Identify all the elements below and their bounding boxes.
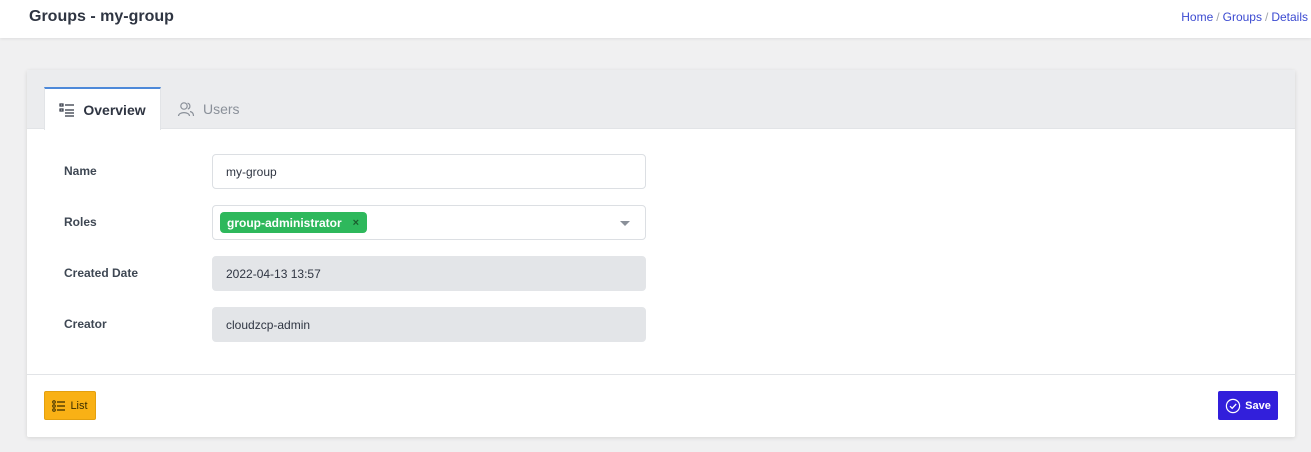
tab-users-label: Users xyxy=(203,100,240,117)
role-tag-label: group-administrator xyxy=(227,215,342,230)
form-row-created-date: Created Date 2022-04-13 13:57 xyxy=(27,256,1295,291)
breadcrumb-groups[interactable]: Groups xyxy=(1223,10,1262,24)
tab-bar: Overview Users xyxy=(27,70,1295,130)
created-date-field: 2022-04-13 13:57 xyxy=(212,256,646,291)
tab-overview[interactable]: Overview xyxy=(44,87,161,130)
tab-users[interactable]: Users xyxy=(177,87,257,130)
top-bar: Groups - my-group Home / Groups / Details xyxy=(0,0,1311,38)
breadcrumb-details: Details xyxy=(1271,10,1308,24)
breadcrumb: Home / Groups / Details xyxy=(1181,10,1308,24)
group-details-card: Overview Users Name my-group Roles group… xyxy=(27,70,1295,437)
role-tag: group-administrator × xyxy=(220,212,368,233)
name-label: Name xyxy=(64,164,97,178)
creator-field: cloudzcp-admin xyxy=(212,307,646,342)
users-icon xyxy=(177,101,195,117)
card-footer: List Save xyxy=(27,374,1295,437)
list-button-label: List xyxy=(70,399,88,412)
tab-overview-label: Overview xyxy=(83,101,146,118)
check-circle-icon xyxy=(1225,398,1241,414)
form-row-name: Name my-group xyxy=(27,154,1295,189)
list-icon xyxy=(52,399,66,412)
remove-tag-icon[interactable]: × xyxy=(353,217,359,229)
creator-label: Creator xyxy=(64,317,107,331)
breadcrumb-separator: / xyxy=(1216,10,1220,24)
created-date-label: Created Date xyxy=(64,266,139,280)
name-input[interactable]: my-group xyxy=(212,154,646,189)
page-title: Groups - my-group xyxy=(29,8,174,25)
roles-multiselect[interactable]: group-administrator × xyxy=(212,205,646,240)
save-button-label: Save xyxy=(1245,399,1271,412)
list-details-icon xyxy=(59,102,75,117)
breadcrumb-separator: / xyxy=(1264,10,1269,24)
save-button[interactable]: Save xyxy=(1218,391,1278,420)
list-button[interactable]: List xyxy=(44,391,96,420)
form-row-roles: Roles group-administrator × xyxy=(27,205,1295,240)
form-row-creator: Creator cloudzcp-admin xyxy=(27,307,1295,342)
chevron-down-icon[interactable] xyxy=(620,221,630,226)
breadcrumb-home[interactable]: Home xyxy=(1181,10,1213,24)
roles-label: Roles xyxy=(64,215,97,229)
